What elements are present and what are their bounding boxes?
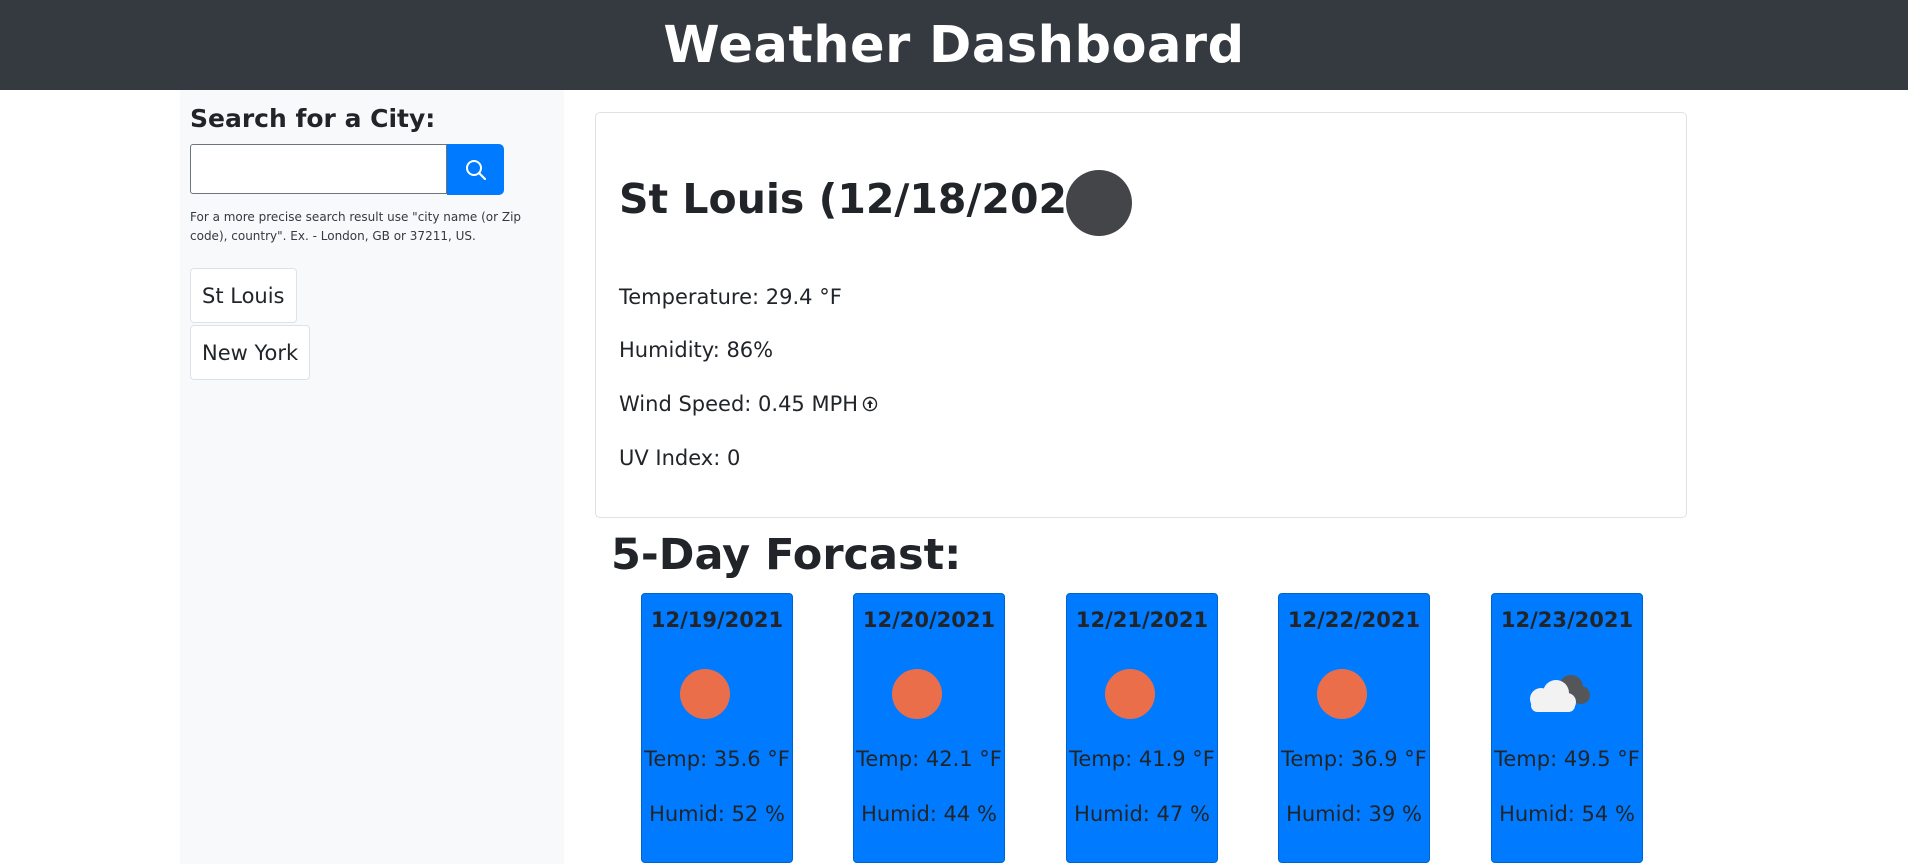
sidebar: Search for a City: For a more precise se… — [180, 90, 564, 864]
forecast-temp: Temp: 41.9 °F — [1069, 747, 1215, 771]
sun-icon — [1317, 669, 1367, 719]
forecast-card: 12/22/2021 Temp: 36.9 °F Humid: 39 % — [1278, 593, 1430, 863]
forecast-date: 12/19/2021 — [650, 608, 784, 632]
current-uv-index: UV Index: 0 — [619, 446, 741, 470]
forecast-date: 12/20/2021 — [862, 608, 996, 632]
current-city-title: St Louis (12/18/2021) — [619, 175, 1115, 223]
search-input[interactable] — [190, 144, 447, 194]
forecast-card: 12/23/2021 Temp: 49.5 °F Humid: 54 % — [1491, 593, 1643, 863]
history-button-new-york[interactable]: New York — [190, 325, 311, 380]
app-header: Weather Dashboard — [0, 0, 1908, 90]
sun-icon — [892, 669, 942, 719]
night-clear-icon — [1066, 170, 1132, 236]
current-humidity: Humidity: 86% — [619, 338, 774, 362]
forecast-title: 5-Day Forcast: — [611, 530, 962, 580]
wind-direction-icon — [862, 393, 878, 417]
search-icon — [465, 159, 486, 180]
forecast-temp: Temp: 36.9 °F — [1281, 747, 1427, 771]
forecast-temp: Temp: 42.1 °F — [856, 747, 1002, 771]
forecast-date: 12/22/2021 — [1287, 608, 1421, 632]
forecast-humidity: Humid: 44 % — [861, 802, 997, 826]
current-wind-row: Wind Speed: 0.45 MPH — [619, 392, 878, 417]
page-title: Weather Dashboard — [663, 15, 1245, 75]
forecast-temp: Temp: 35.6 °F — [644, 747, 790, 771]
forecast-card: 12/19/2021 Temp: 35.6 °F Humid: 52 % — [641, 593, 793, 863]
forecast-temp: Temp: 49.5 °F — [1494, 747, 1640, 771]
cloud-icon — [1519, 669, 1593, 721]
search-button[interactable] — [447, 144, 504, 195]
search-label: Search for a City: — [190, 104, 436, 133]
sun-icon — [1105, 669, 1155, 719]
sun-icon — [680, 669, 730, 719]
current-temperature: Temperature: 29.4 °F — [619, 285, 842, 309]
forecast-humidity: Humid: 52 % — [649, 802, 785, 826]
forecast-date: 12/21/2021 — [1075, 608, 1209, 632]
current-wind-speed: Wind Speed: 0.45 MPH — [619, 392, 859, 416]
forecast-card: 12/20/2021 Temp: 42.1 °F Humid: 44 % — [853, 593, 1005, 863]
forecast-humidity: Humid: 47 % — [1074, 802, 1210, 826]
forecast-humidity: Humid: 54 % — [1499, 802, 1635, 826]
forecast-card: 12/21/2021 Temp: 41.9 °F Humid: 47 % — [1066, 593, 1218, 863]
forecast-date: 12/23/2021 — [1500, 608, 1634, 632]
forecast-humidity: Humid: 39 % — [1286, 802, 1422, 826]
history-button-st-louis[interactable]: St Louis — [190, 268, 297, 323]
search-hint: For a more precise search result use "ci… — [190, 210, 522, 243]
current-weather-card: St Louis (12/18/2021) Temperature: 29.4 … — [595, 112, 1687, 518]
